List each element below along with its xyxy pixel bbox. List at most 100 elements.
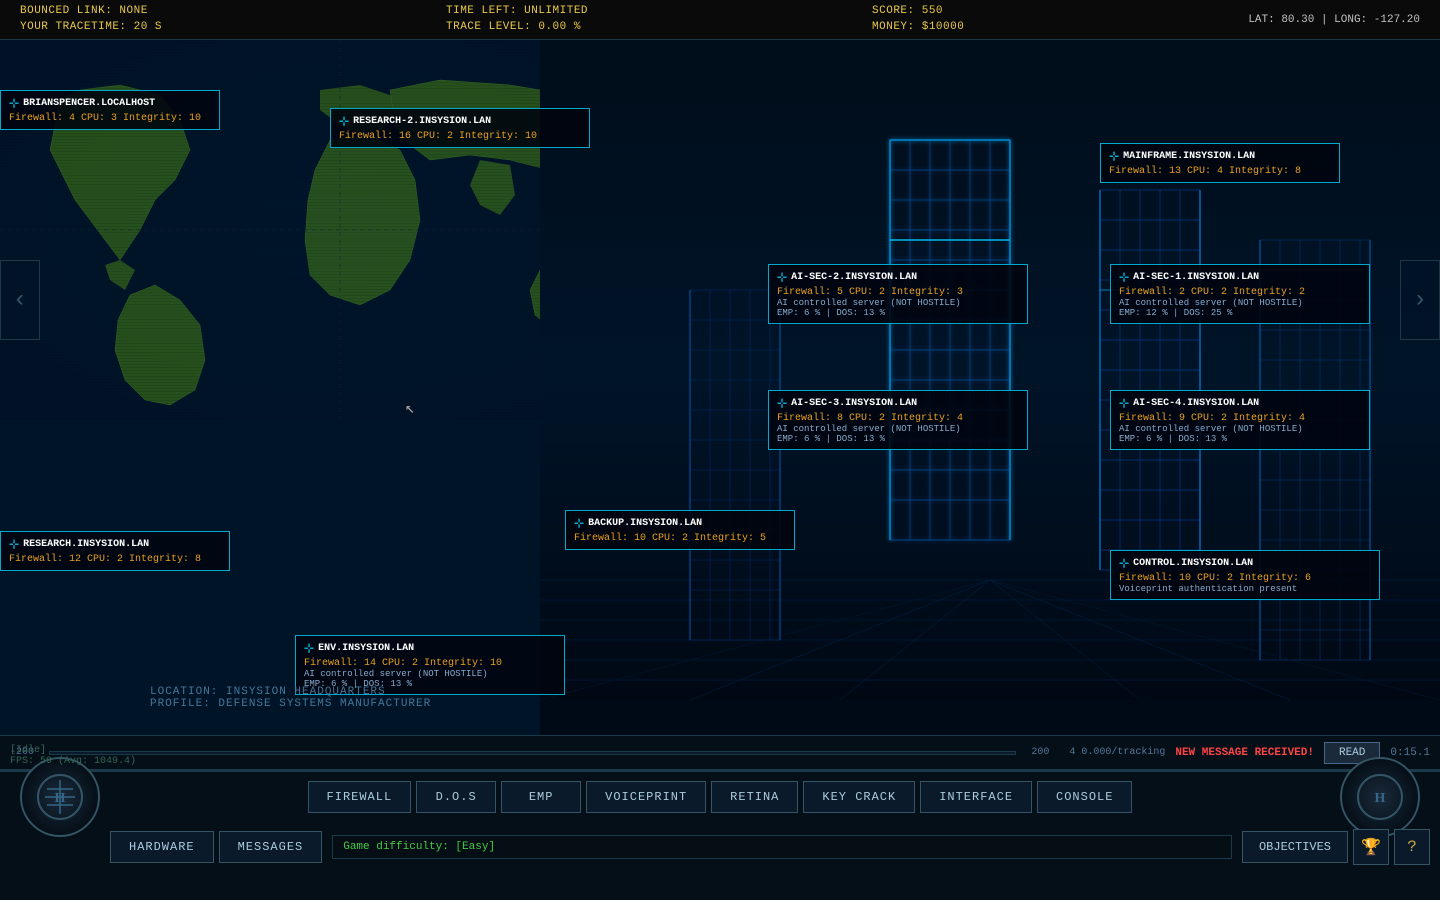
hud-score-value: 550 (922, 5, 943, 17)
city-svg (540, 40, 1440, 700)
node-stats: Firewall: 4 CPU: 3 Integrity: 10 (9, 113, 211, 124)
hud-trace-label: TRACE LEVEL: 0.00 % (446, 20, 588, 35)
new-message-text: New message received! (1175, 747, 1314, 759)
node-aisec3[interactable]: ⊹ AI-Sec-3.InsySion.lan Firewall: 8 CPU:… (768, 390, 1028, 450)
crosshair-icon: ⊹ (777, 270, 787, 285)
emp-button[interactable]: EMP (501, 781, 581, 813)
location-line1: Location: Insysion headquarters (150, 686, 431, 698)
trophy-icon: 🏆 (1361, 837, 1381, 857)
hud-time-trace: TIME LEFT: Unlimited TRACE LEVEL: 0.00 % (446, 4, 588, 35)
node-aisec4[interactable]: ⊹ AI-Sec-4.InsySion.lan Firewall: 9 CPU:… (1110, 390, 1370, 450)
hud-bounced-tracetime: BOUNCED LINK: None YOUR TRACETIME: 20 s (20, 4, 162, 35)
objectives-button[interactable]: Objectives (1242, 831, 1348, 863)
node-title-text: AI-Sec-2.InsySion.lan (791, 272, 917, 283)
hud-money-value: $10000 (922, 21, 965, 33)
location-info: Location: Insysion headquarters Profile:… (150, 686, 431, 710)
progress-bar (49, 751, 1016, 755)
fps-counter: [Idle] FPS: 59 (Avg: 1049.4) (10, 745, 136, 767)
help-icon: ? (1407, 838, 1417, 856)
node-title-text: Control.InsySion.lan (1133, 558, 1253, 569)
node-actions: EMP: 6 % | DOS: 13 % (777, 308, 1019, 318)
fps-display: FPS: 59 (Avg: 1049.4) (10, 756, 136, 767)
nav-arrow-left[interactable]: ‹ (0, 260, 40, 340)
node-stats: Firewall: 9 CPU: 2 Integrity: 4 (1119, 413, 1361, 424)
node-stats: Firewall: 10 CPU: 2 Integrity: 6 (1119, 573, 1371, 584)
crosshair-icon: ⊹ (1119, 556, 1129, 571)
tracking-display: 4 0.000/tracking (1069, 747, 1165, 758)
node-title-text: AI-Sec-3.InsySion.lan (791, 398, 917, 409)
node-actions: EMP: 6 % | DOS: 13 % (777, 434, 1019, 444)
hud-score-money: SCORE: 550 MONEY: $10000 (872, 4, 964, 35)
node-desc: Voiceprint authentication present (1119, 584, 1371, 594)
node-actions: EMP: 6 % | DOS: 13 % (1119, 434, 1361, 444)
node-desc: AI controlled server (NOT HOSTILE) (777, 298, 1019, 308)
hud-lat-value: 80.30 (1281, 14, 1314, 26)
voiceprint-button[interactable]: Voiceprint (586, 781, 706, 813)
node-stats: Firewall: 2 CPU: 2 Integrity: 2 (1119, 287, 1361, 298)
crosshair-icon: ⊹ (1119, 396, 1129, 411)
node-desc: AI controlled server (NOT HOSTILE) (1119, 298, 1361, 308)
node-stats: Firewall: 5 CPU: 2 Integrity: 3 (777, 287, 1019, 298)
node-title-text: MainFrame.InsySion.lan (1123, 151, 1255, 162)
hardware-button[interactable]: Hardware (110, 831, 214, 863)
toolbar-buttons-row1: Firewall D.O.S EMP Voiceprint Retina Key… (115, 781, 1325, 813)
node-stats: Firewall: 13 CPU: 4 Integrity: 8 (1109, 166, 1331, 177)
hud-tracetime-value: 20 s (134, 21, 162, 33)
node-title-text: ENV.InsySion.lan (318, 643, 414, 654)
node-research2[interactable]: ⊹ Research-2.InsySion.lan Firewall: 16 C… (330, 108, 590, 148)
node-research[interactable]: ⊹ Research.InsySion.lan Firewall: 12 CPU… (0, 531, 230, 571)
game-area: ⊹ BrianSpencer.LocalHost Firewall: 4 CPU… (0, 40, 1440, 770)
node-control[interactable]: ⊹ Control.InsySion.lan Firewall: 10 CPU:… (1110, 550, 1380, 600)
toolbar-row2: Hardware Messages Game difficulty: [Easy… (0, 822, 1440, 872)
crosshair-icon: ⊹ (574, 516, 584, 531)
hud-bounced-value: None (119, 5, 147, 17)
node-aisec1[interactable]: ⊹ AI-Sec-1.InsySion.lan Firewall: 2 CPU:… (1110, 264, 1370, 324)
crosshair-icon: ⊹ (339, 114, 349, 129)
svg-text:H: H (55, 791, 66, 806)
crosshair-icon: ⊹ (1109, 149, 1119, 164)
crosshair-icon: ⊹ (9, 96, 19, 111)
node-title-text: Research-2.InsySion.lan (353, 116, 491, 127)
hud-score-label: SCORE: 550 (872, 4, 964, 19)
retina-button[interactable]: Retina (711, 781, 798, 813)
console-button[interactable]: Console (1037, 781, 1132, 813)
node-stats: Firewall: 10 CPU: 2 Integrity: 5 (574, 533, 786, 544)
interface-button[interactable]: Interface (920, 781, 1032, 813)
timer-display: 0:15.1 (1390, 747, 1430, 759)
node-actions: EMP: 12 % | DOS: 25 % (1119, 308, 1361, 318)
help-button[interactable]: ? (1394, 829, 1430, 865)
hud-time-value: Unlimited (524, 5, 588, 17)
node-desc: AI controlled server (NOT HOSTILE) (1119, 424, 1361, 434)
firewall-button[interactable]: Firewall (308, 781, 412, 813)
location-line2: Profile: Defense systems manufacturer (150, 698, 431, 710)
dos-button[interactable]: D.O.S (416, 781, 496, 813)
node-aisec2[interactable]: ⊹ AI-Sec-2.InsySion.lan Firewall: 5 CPU:… (768, 264, 1028, 324)
keycrack-button[interactable]: Key Crack (803, 781, 915, 813)
trophy-button[interactable]: 🏆 (1353, 829, 1389, 865)
node-stats: Firewall: 8 CPU: 2 Integrity: 4 (777, 413, 1019, 424)
node-brianspencer[interactable]: ⊹ BrianSpencer.LocalHost Firewall: 4 CPU… (0, 90, 220, 130)
toolbar-row1: H Firewall D.O.S EMP Voiceprint Retina K… (0, 772, 1440, 822)
node-mainframe[interactable]: ⊹ MainFrame.InsySion.lan Firewall: 13 CP… (1100, 143, 1340, 183)
crosshair-icon: ⊹ (304, 641, 314, 656)
node-title-text: Backup.InsySion.lan (588, 518, 702, 529)
bottom-toolbar: H Firewall D.O.S EMP Voiceprint Retina K… (0, 770, 1440, 900)
nav-arrow-right[interactable]: › (1400, 260, 1440, 340)
node-stats: Firewall: 16 CPU: 2 Integrity: 10 (339, 131, 581, 142)
hud-money-label: MONEY: $10000 (872, 20, 964, 35)
node-title-text: AI-Sec-4.InsySion.lan (1133, 398, 1259, 409)
node-title-text: AI-Sec-1.InsySion.lan (1133, 272, 1259, 283)
message-display: Game difficulty: [Easy] (332, 835, 1232, 859)
crosshair-icon: ⊹ (777, 396, 787, 411)
hud-coordinates: LAT: 80.30 | LONG: -127.20 (1248, 14, 1420, 26)
hud-long-value: -127.20 (1374, 14, 1420, 26)
hud-time-label: TIME LEFT: Unlimited (446, 4, 588, 19)
hud-trace-value: 0.00 % (538, 21, 581, 33)
node-desc: AI controlled server (NOT HOSTILE) (304, 669, 556, 679)
hud-tracetime-label: YOUR TRACETIME: 20 s (20, 20, 162, 35)
message-text: Game difficulty: [Easy] (343, 841, 495, 853)
crosshair-icon: ⊹ (9, 537, 19, 552)
messages-button[interactable]: Messages (219, 831, 323, 863)
node-backup[interactable]: ⊹ Backup.InsySion.lan Firewall: 10 CPU: … (565, 510, 795, 550)
node-stats: Firewall: 12 CPU: 2 Integrity: 8 (9, 554, 221, 565)
